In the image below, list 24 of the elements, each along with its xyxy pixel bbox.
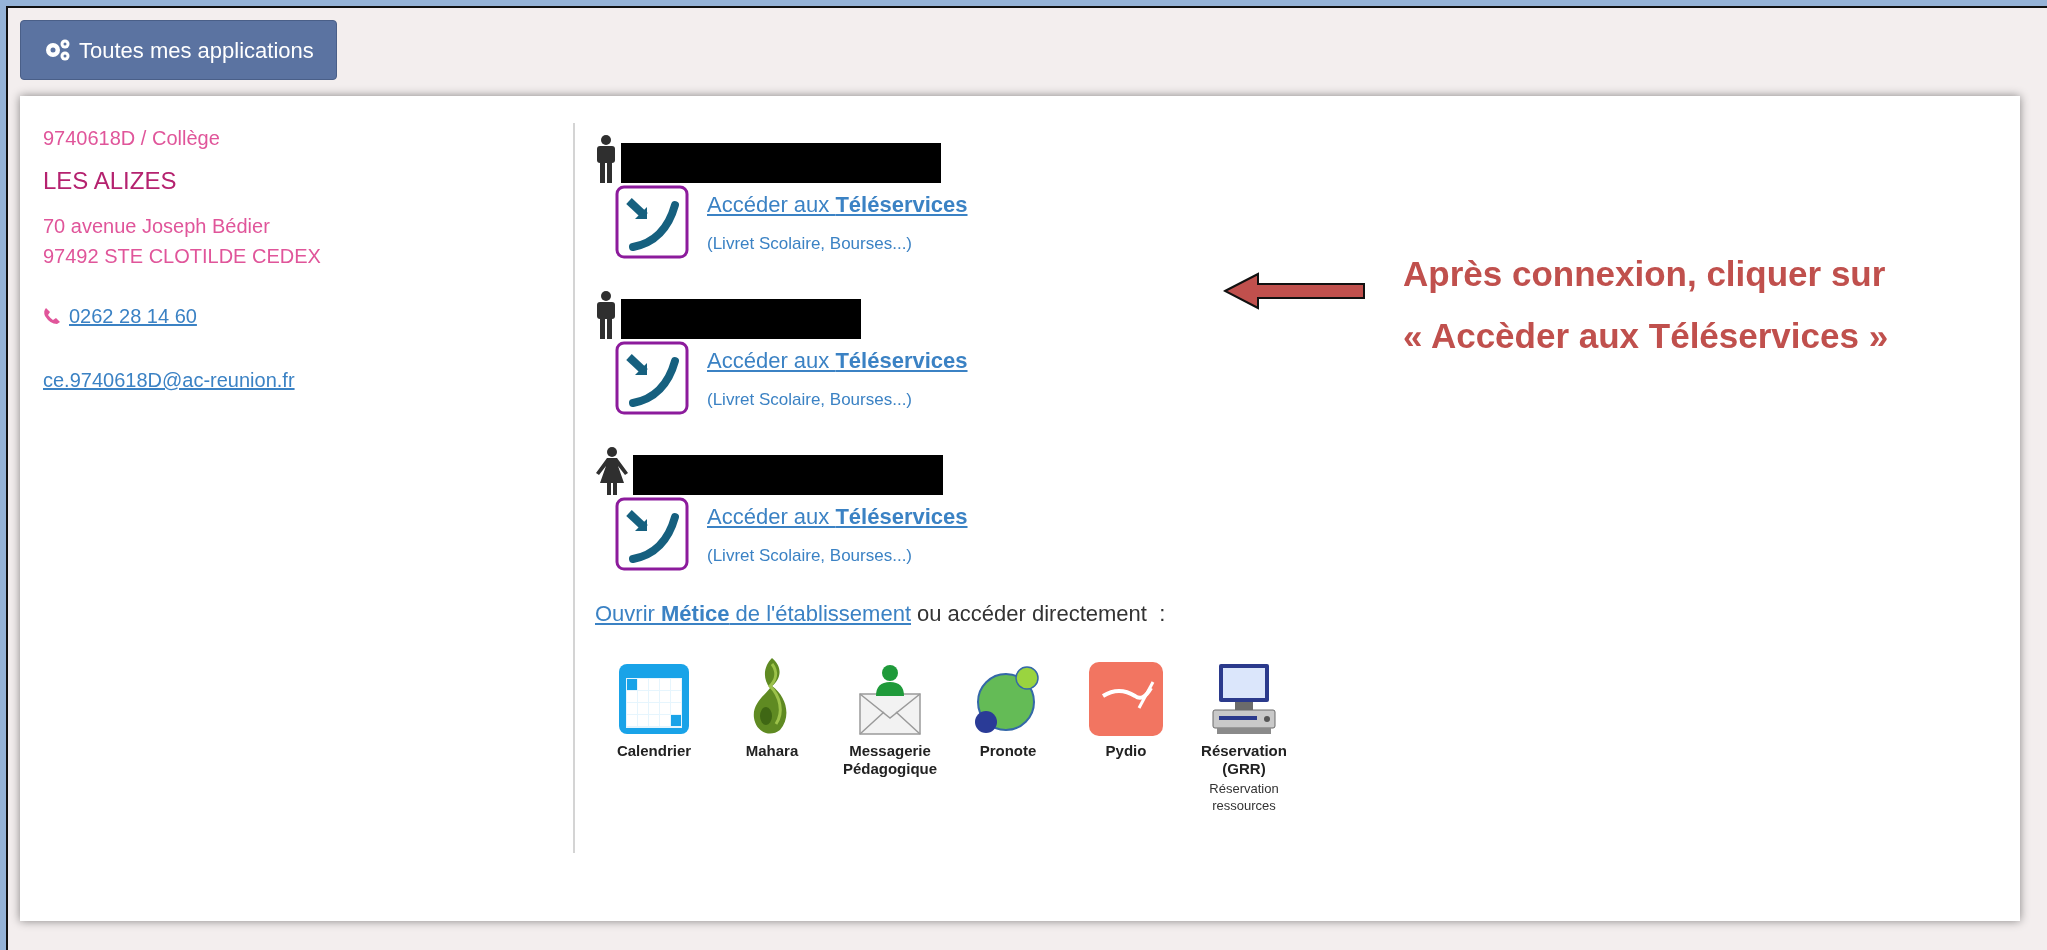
- teleservices-note: (Livret Scolaire, Bourses...): [707, 388, 913, 411]
- app-label[interactable]: Réservation (GRR): [1185, 742, 1303, 778]
- app-label[interactable]: Pronote: [949, 742, 1067, 760]
- phone-link[interactable]: 0262 28 14 60: [69, 301, 197, 331]
- metice-link[interactable]: Ouvrir Métice de l'établissement: [595, 597, 911, 630]
- teleservices-note: (Livret Scolaire, Bourses...): [707, 232, 913, 255]
- app-label[interactable]: Pydio: [1067, 742, 1185, 760]
- annotation-text: Après connexion, cliquer sur: [1403, 253, 1887, 295]
- email-link[interactable]: ce.9740618D@ac-reunion.fr: [43, 365, 295, 395]
- teleservices-link[interactable]: Accéder aux Téléservices: [707, 187, 968, 221]
- all-apps-button[interactable]: Toutes mes applications: [20, 20, 337, 80]
- access-text: ou accéder directement :: [917, 600, 1166, 628]
- address-line: 70 avenue Joseph Bédier: [43, 214, 271, 239]
- address-line: 97492 STE CLOTILDE CEDEX: [43, 244, 322, 269]
- app-label[interactable]: Mahara: [713, 742, 831, 760]
- app-label[interactable]: Messagerie Pédagogique: [831, 742, 949, 778]
- teleservices-link[interactable]: Accéder aux Téléservices: [707, 499, 968, 533]
- school-name: LES ALIZES: [43, 166, 178, 196]
- app-label[interactable]: Calendrier: [595, 742, 713, 760]
- teleservices-link[interactable]: Accéder aux Téléservices: [707, 343, 968, 377]
- app-note: Réservation ressources: [1208, 780, 1280, 814]
- school-code: 9740618D / Collège: [43, 126, 221, 151]
- annotation-text: « Accèder aux Téléservices »: [1403, 315, 1889, 357]
- teleservices-note: (Livret Scolaire, Bourses...): [707, 544, 913, 567]
